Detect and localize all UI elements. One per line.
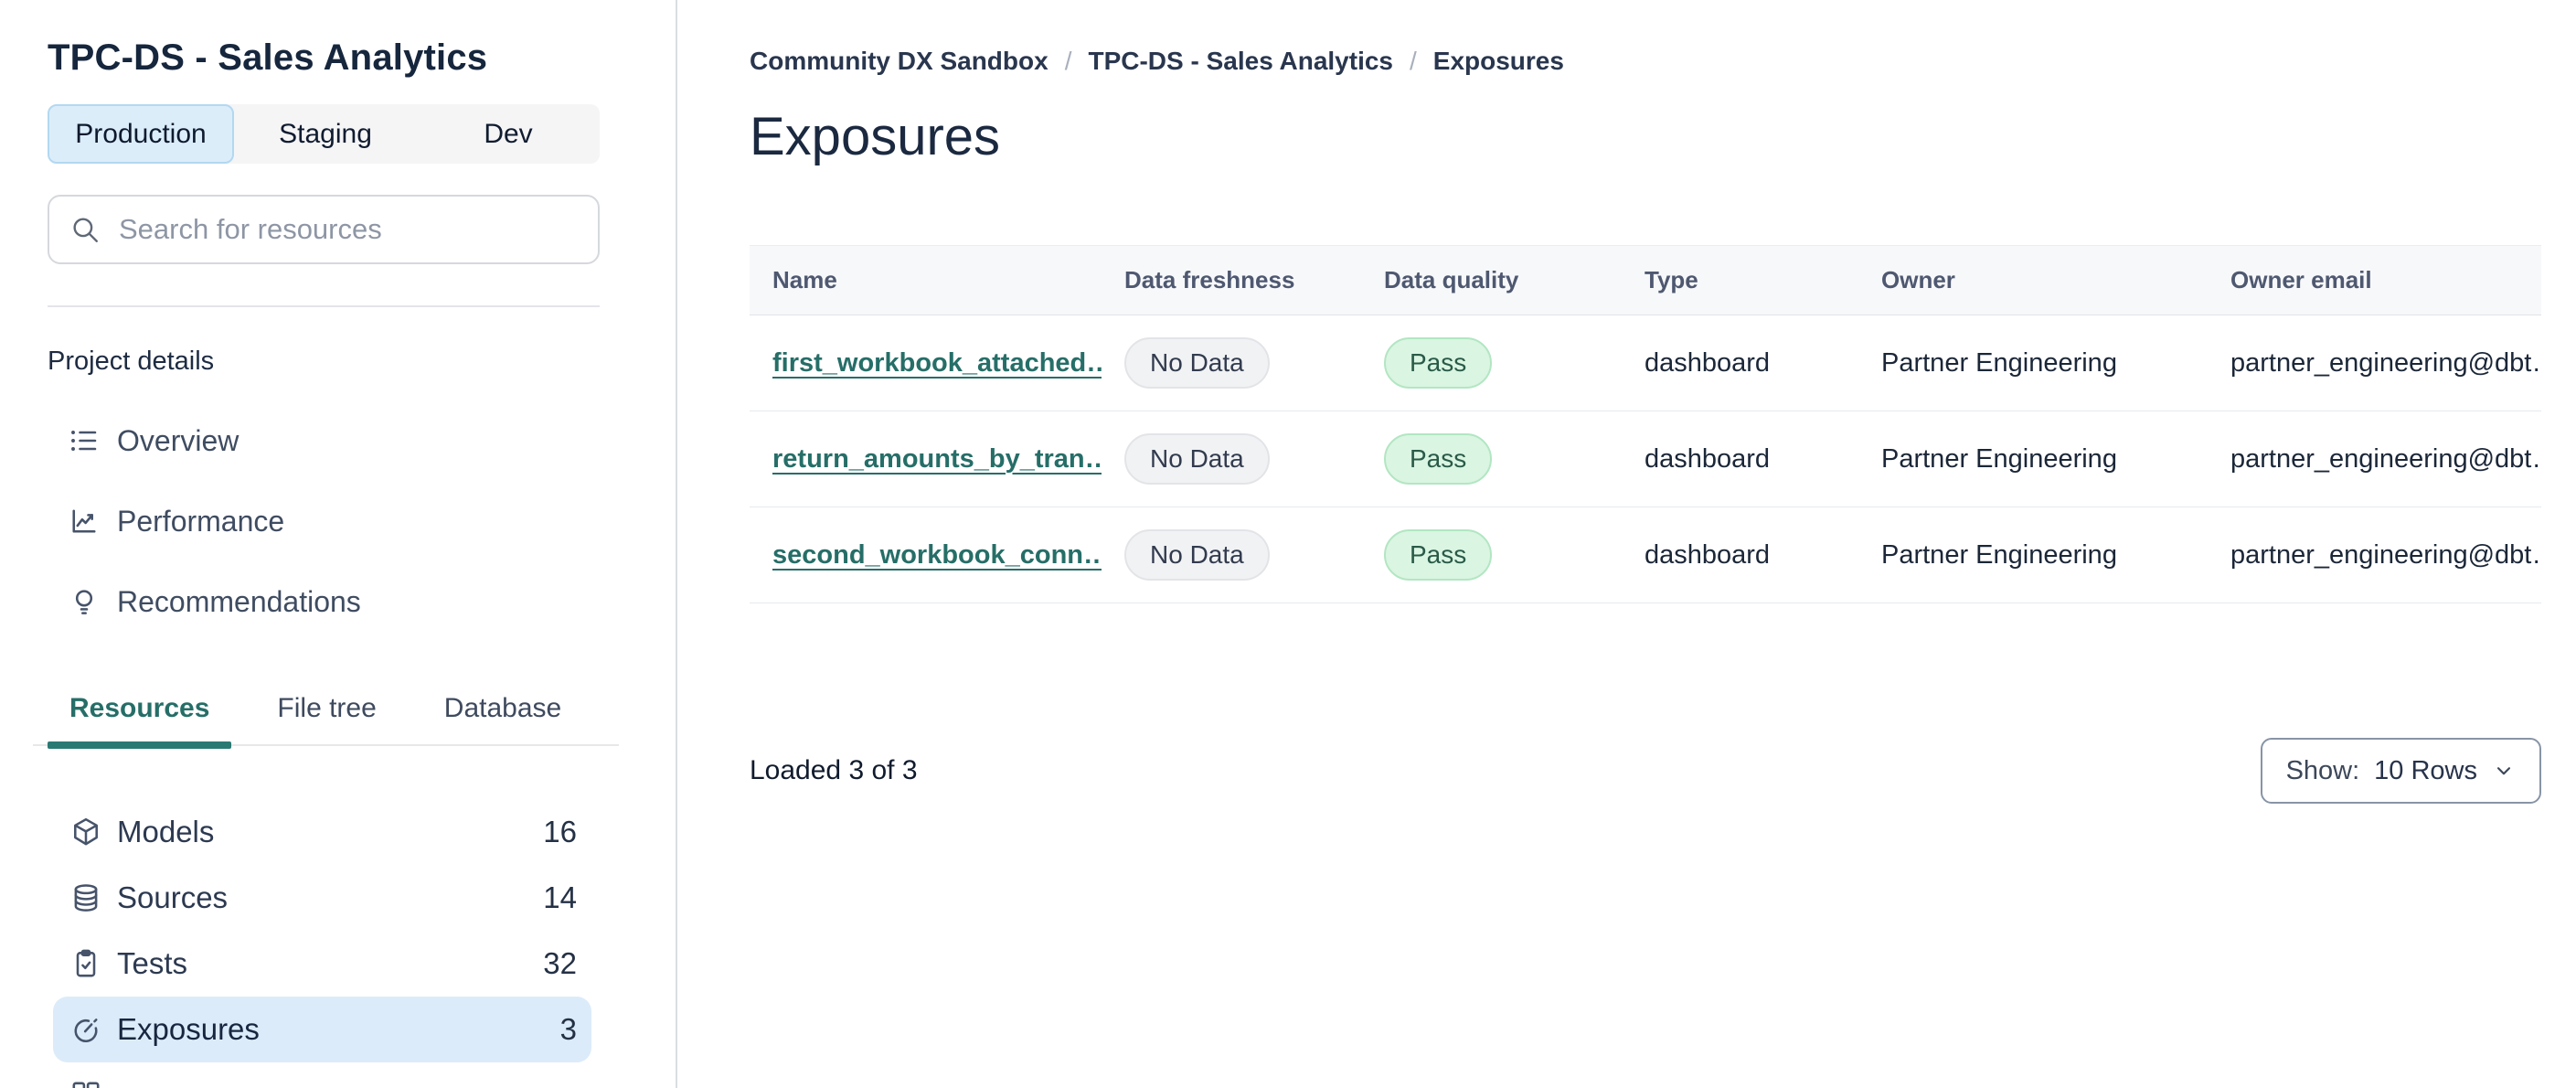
page-title: Exposures (750, 107, 1001, 166)
table-header-row: Name Data freshness Data quality Type Ow… (750, 245, 2541, 315)
dbt-explorer-screen: TPC-DS - Sales Analytics Production Stag… (0, 0, 2576, 1088)
resource-search[interactable] (48, 195, 600, 264)
sidebar-item-overview[interactable]: Overview (48, 400, 676, 481)
sidebar-item-label: Recommendations (117, 584, 361, 618)
resource-count: 3 (559, 1012, 577, 1046)
breadcrumb-separator: / (1410, 47, 1417, 75)
type-cell: dashboard (1645, 539, 1771, 570)
freshness-badge: No Data (1124, 433, 1270, 485)
table-row[interactable]: second_workbook_conn… No Data Pass dashb… (750, 507, 2541, 603)
sidebar-item-models[interactable]: Models 16 (53, 799, 591, 865)
search-icon (73, 218, 98, 242)
owner-cell: Partner Engineering (1881, 539, 2117, 570)
owner-email-cell: partner_engineering@dbt… (2230, 539, 2541, 570)
table-row[interactable]: first_workbook_attached… No Data Pass da… (750, 315, 2541, 411)
exposures-gauge-icon (74, 1019, 98, 1043)
column-header-type: Type (1645, 266, 1698, 293)
resource-label: Models (117, 815, 215, 848)
tab-resources[interactable]: Resources (48, 688, 232, 749)
tests-clipboard-icon (76, 949, 96, 977)
sidebar-divider (48, 305, 600, 307)
sidebar-item-label: Overview (117, 423, 240, 457)
exposure-name-link[interactable]: first_workbook_attached… (772, 348, 1102, 378)
tab-file-tree[interactable]: File tree (255, 688, 398, 744)
type-cell: dashboard (1645, 443, 1771, 474)
type-cell: dashboard (1645, 347, 1771, 378)
freshness-badge: No Data (1124, 337, 1270, 389)
sources-database-icon (74, 884, 98, 912)
column-header-data-quality: Data quality (1384, 266, 1519, 293)
project-title: TPC-DS - Sales Analytics (48, 37, 488, 78)
table-row[interactable]: return_amounts_by_tran… No Data Pass das… (750, 411, 2541, 507)
rows-per-page-dropdown[interactable]: Show: 10 Rows (2260, 738, 2541, 804)
sidebar-item-performance[interactable]: Performance (48, 481, 676, 561)
breadcrumb-separator: / (1064, 47, 1072, 75)
project-details-label: Project details (48, 347, 215, 376)
owner-cell: Partner Engineering (1881, 443, 2117, 474)
recommendations-bulb-icon (75, 590, 93, 614)
loaded-status: Loaded 3 of 3 (750, 755, 918, 785)
column-header-name: Name (772, 266, 837, 293)
sidebar-item-label: Performance (117, 504, 285, 538)
exposure-name-link[interactable]: second_workbook_conn… (772, 540, 1102, 570)
chevron-down-icon (2496, 767, 2511, 775)
resource-label: Exposures (117, 1012, 260, 1046)
owner-cell: Partner Engineering (1881, 347, 2117, 378)
quality-badge: Pass (1384, 337, 1493, 389)
sidebar-item-tests[interactable]: Tests 32 (53, 931, 591, 997)
freshness-badge: No Data (1124, 529, 1270, 581)
sidebar-item-sources[interactable]: Sources 14 (53, 865, 591, 931)
resource-label: Sources (117, 880, 229, 914)
env-tab-production[interactable]: Production (48, 104, 234, 164)
quality-badge: Pass (1384, 529, 1493, 581)
resource-list: Models 16 Sources 14 Tests 32 Exposures … (53, 799, 591, 1088)
search-input[interactable] (119, 213, 578, 246)
table-footer: Loaded 3 of 3 Show: 10 Rows (750, 737, 2541, 805)
resource-count: 14 (543, 880, 577, 914)
tab-database[interactable]: Database (422, 688, 583, 744)
env-tab-dev[interactable]: Dev (417, 104, 600, 164)
performance-chart-icon (72, 509, 96, 533)
sidebar-item-exposures[interactable]: Exposures 3 (53, 997, 591, 1062)
resource-count: 32 (543, 946, 577, 980)
project-details-nav: Overview Performance Recommendations (48, 400, 676, 642)
overview-list-icon (71, 431, 97, 451)
exposures-table: Name Data freshness Data quality Type Ow… (750, 245, 2541, 603)
env-tab-staging[interactable]: Staging (234, 104, 417, 164)
sidebar-item-recommendations[interactable]: Recommendations (48, 561, 676, 642)
column-header-owner: Owner (1881, 266, 1955, 293)
resource-label: Tests (117, 946, 188, 980)
environment-switcher: Production Staging Dev (48, 104, 600, 164)
owner-email-cell: partner_engineering@dbt… (2230, 347, 2541, 378)
sidebar-item-partial[interactable] (53, 1062, 591, 1088)
models-cube-icon (74, 817, 98, 846)
breadcrumb: Community DX Sandbox / TPC-DS - Sales An… (750, 46, 2533, 77)
owner-email-cell: partner_engineering@dbt… (2230, 443, 2541, 474)
breadcrumb-current: Exposures (1432, 47, 1564, 75)
breadcrumb-project[interactable]: TPC-DS - Sales Analytics (1088, 46, 1393, 77)
breadcrumb-account[interactable]: Community DX Sandbox (750, 46, 1048, 77)
rows-per-page-value: 10 Rows (2374, 755, 2477, 785)
column-header-data-freshness: Data freshness (1124, 266, 1295, 293)
grid-icon (72, 1082, 100, 1088)
show-label: Show: (2285, 755, 2360, 785)
column-header-owner-email: Owner email (2230, 266, 2372, 293)
explorer-tabs: Resources File tree Database (33, 688, 619, 749)
quality-badge: Pass (1384, 433, 1493, 485)
exposure-name-link[interactable]: return_amounts_by_tran… (772, 444, 1102, 474)
resource-count: 16 (543, 815, 577, 848)
main-content: Community DX Sandbox / TPC-DS - Sales An… (679, 0, 2576, 1088)
sidebar: TPC-DS - Sales Analytics Production Stag… (0, 0, 677, 1088)
